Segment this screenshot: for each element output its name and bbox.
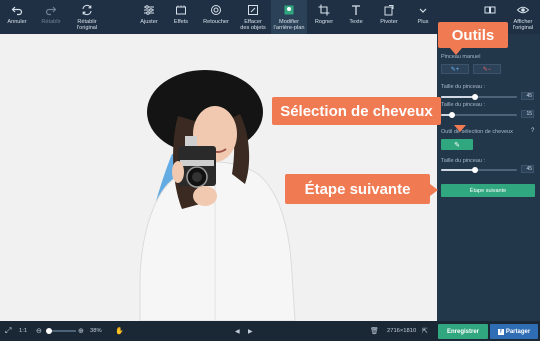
brush-minus-icon: ✎− <box>482 66 492 73</box>
chevron-down-icon <box>416 3 430 17</box>
more-label: Plus <box>417 19 429 25</box>
tools-callout-pointer <box>450 48 462 55</box>
more-button[interactable]: Plus <box>412 0 434 34</box>
brush-size-slider-2-knob[interactable] <box>449 112 456 118</box>
export-icon[interactable]: ⇱ <box>422 321 428 341</box>
crop-label: Rogner <box>314 19 334 25</box>
hand-icon: ✋ <box>115 328 124 335</box>
next-step-callout: Étape suivante <box>285 174 430 204</box>
zoom-slider[interactable] <box>46 321 76 341</box>
show-original-label: Afficher l'original <box>512 19 534 31</box>
next-step-button[interactable]: Étape suivante <box>441 184 535 197</box>
text-button[interactable]: Texte <box>342 0 370 34</box>
keep-brush-button[interactable]: ✎+ <box>441 64 469 74</box>
hair-selection-callout-pointer <box>454 125 466 132</box>
erase-brush-button[interactable]: ✎− <box>473 64 501 74</box>
redo-icon <box>44 3 58 17</box>
hair-selection-callout: Sélection de cheveux <box>272 97 441 125</box>
crop-icon <box>317 3 331 17</box>
zoom-out-icon[interactable]: ⊖ <box>36 321 42 341</box>
save-button[interactable]: Enregistrer <box>438 324 488 339</box>
remove-objects-button[interactable]: Effacer des objets <box>237 0 269 34</box>
effects-label: Effets <box>173 19 189 25</box>
remove-objects-label: Effacer des objets <box>240 19 266 31</box>
brush-size-label-2: Taille du pinceau : <box>441 102 486 108</box>
undo-icon <box>10 3 24 17</box>
brush-size-slider-1-fill <box>441 96 476 98</box>
zoom-in-icon[interactable]: ⊕ <box>78 321 84 341</box>
triangle-right-icon: ▶ <box>248 328 253 335</box>
triangle-left-icon: ◀ <box>235 328 240 335</box>
actual-size-button[interactable]: 1:1 <box>19 321 27 341</box>
brush-size-value-3[interactable]: 45 <box>521 165 534 173</box>
change-background-label: Modifier l'arrière-plan <box>273 19 305 31</box>
show-original-button[interactable]: Afficher l'original <box>506 0 540 34</box>
hand-tool-icon[interactable]: ✋ <box>115 321 124 341</box>
reset-label: Rétablir l'original <box>76 19 98 31</box>
brush-size-label-3: Taille du pinceau : <box>441 158 486 164</box>
sliders-icon <box>142 3 156 17</box>
fit-screen-button[interactable]: ⤢ <box>5 321 11 341</box>
redo-button[interactable]: Rétablir <box>34 0 68 34</box>
next-step-callout-pointer <box>430 184 438 196</box>
undo-label: Annuler <box>7 19 27 25</box>
brush-size-slider-3-fill <box>441 169 476 171</box>
text-icon <box>349 3 363 17</box>
reset-original-button[interactable]: Rétablir l'original <box>70 0 104 34</box>
share-button[interactable]: f Partager <box>490 324 538 339</box>
retouch-button[interactable]: Retoucher <box>199 0 233 34</box>
facebook-icon: f <box>497 328 504 335</box>
retouch-label: Retoucher <box>203 19 229 25</box>
brush-plus-icon: ✎+ <box>450 66 460 73</box>
rotate-icon <box>382 3 396 17</box>
bottom-bar: ⤢ 1:1 ⊖ ⊕ 38% ✋ ◀ ▶ 🗑 2716×1810 ⇱ Enregi… <box>0 321 540 341</box>
magnifier-plus-icon: ⊕ <box>78 328 84 335</box>
next-image-button[interactable]: ▶ <box>248 321 253 341</box>
image-dimensions: 2716×1810 <box>387 328 417 334</box>
tools-callout: Outils <box>438 22 508 48</box>
hair-selection-tool-button[interactable]: ✎ <box>441 139 473 150</box>
background-icon <box>282 3 296 17</box>
adjust-button[interactable]: Ajuster <box>135 0 163 34</box>
retouch-icon <box>209 3 223 17</box>
brush-size-value-1[interactable]: 45 <box>521 92 534 100</box>
rotate-label: Pivoter <box>380 19 398 25</box>
zoom-slider-knob[interactable] <box>46 328 52 334</box>
trash-icon: 🗑 <box>370 328 379 335</box>
text-label: Texte <box>349 19 363 25</box>
help-icon[interactable]: ? <box>531 128 534 134</box>
undo-button[interactable]: Annuler <box>0 0 34 34</box>
adjust-label: Ajuster <box>140 19 158 25</box>
crop-button[interactable]: Rogner <box>310 0 338 34</box>
zoom-slider-track <box>46 328 76 334</box>
previous-image-button[interactable]: ◀ <box>235 321 240 341</box>
brush-size-slider-3-knob[interactable] <box>472 167 479 173</box>
effects-button[interactable]: Effets <box>167 0 195 34</box>
rotate-button[interactable]: Pivoter <box>374 0 404 34</box>
export-icon-glyph: ⇱ <box>422 328 428 335</box>
eraser-icon <box>246 3 260 17</box>
brush-size-slider-1-knob[interactable] <box>472 94 479 100</box>
brush-size-label-1: Taille du pinceau : <box>441 84 486 90</box>
compare-icon <box>483 3 497 17</box>
eye-icon <box>516 3 530 17</box>
background-tools-panel: Pinceau manuel ✎+ ✎− Taille du pinceau :… <box>437 34 540 321</box>
fit-screen-icon: ⤢ <box>5 326 12 335</box>
effects-icon <box>174 3 188 17</box>
zoom-level: 38% <box>90 328 102 334</box>
redo-label: Rétablir <box>41 19 61 25</box>
brush-size-value-2[interactable]: 15 <box>521 110 534 118</box>
magnifier-minus-icon: ⊖ <box>36 328 42 335</box>
delete-button[interactable]: 🗑 <box>370 321 379 341</box>
reset-icon <box>80 3 94 17</box>
hair-brush-icon: ✎ <box>454 141 460 149</box>
change-background-button[interactable]: Modifier l'arrière-plan <box>271 0 307 34</box>
share-label: Partager <box>505 328 531 335</box>
